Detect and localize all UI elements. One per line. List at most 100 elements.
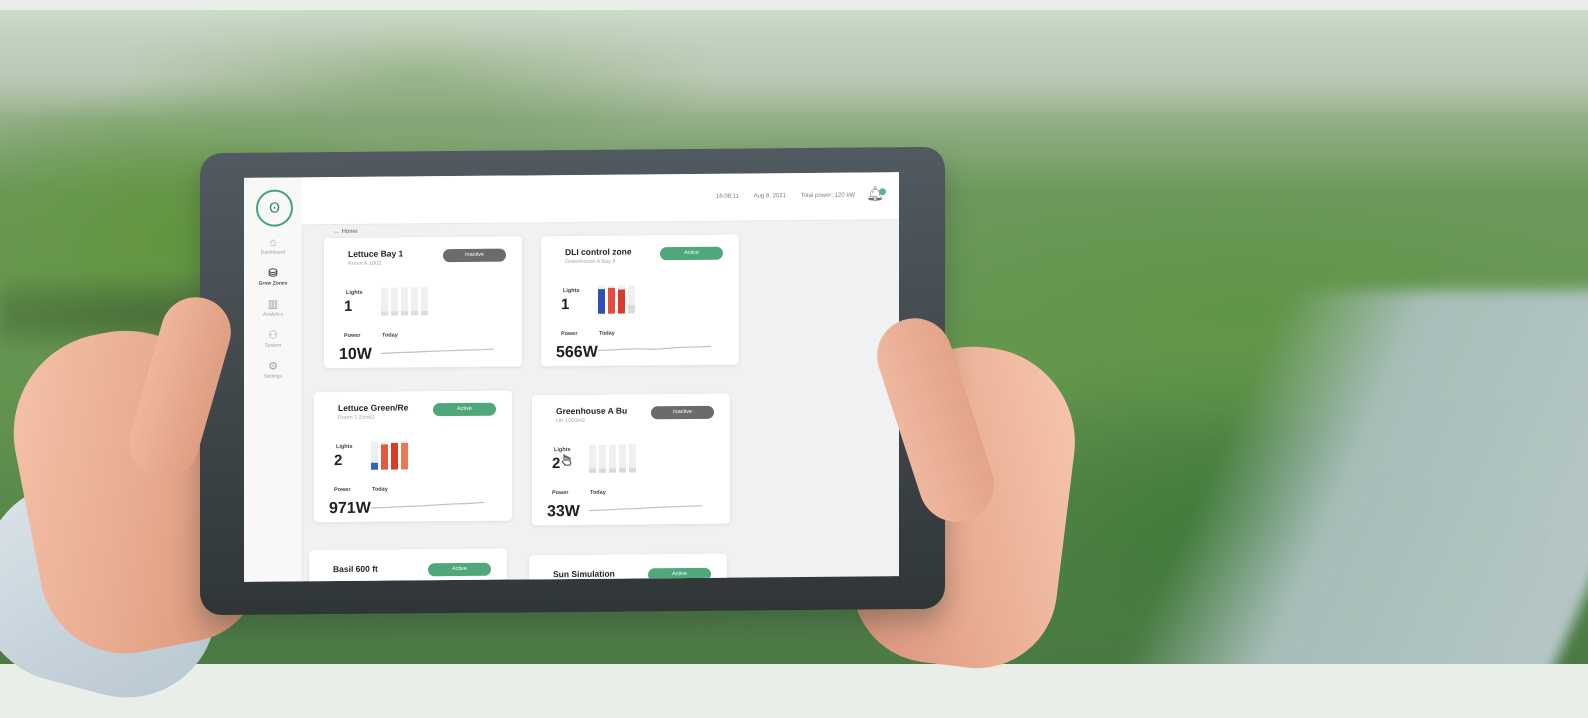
power-trend-line [370,501,485,509]
light-bar [401,442,408,470]
status-badge[interactable]: Active [660,246,723,261]
gear-icon: ⚙ [268,360,278,373]
tablet-device: Ꙩ ⌂ Dashboard ⛁ Grow Zones ▥ Analytics ⚇ Sys… [200,146,945,616]
sidebar-item-label: System [264,342,282,349]
zone-card[interactable]: Lettuce Bay 1 Room A 1002 Inactive Light… [324,236,522,369]
power-value: 10W [339,345,372,364]
sky-haze [0,10,1588,120]
hand-cursor-icon [561,454,572,466]
status-badge[interactable]: Active [648,567,711,582]
lights-count: 2 [334,452,343,470]
light-bar [619,468,626,473]
light-level-bars [381,285,431,317]
status-badge[interactable]: Active [433,402,496,417]
today-label: Today [599,330,615,337]
sidebar-item-label: Grow Zones [258,280,288,287]
light-bar [629,468,636,473]
power-label: Power [552,490,569,497]
today-label: Today [590,489,606,496]
tablet-screen: Ꙩ ⌂ Dashboard ⛁ Grow Zones ▥ Analytics ⚇ Sys… [244,172,899,582]
light-level-bars [589,442,639,474]
status-badge[interactable]: Active [428,562,491,577]
current-date: Aug 8, 2021 [753,193,786,200]
light-bar [628,305,635,314]
light-bar [618,289,625,314]
user-icon: ⚇ [268,329,278,342]
zone-card[interactable]: Basil 600 ft Active [309,548,507,582]
light-bar [401,311,408,316]
power-value: 33W [547,502,580,521]
power-trend-line [597,345,712,352]
zone-subtitle: Room A 1002 [348,260,382,267]
sidebar-item-grow-zones[interactable]: ⛁ Grow Zones [244,266,302,298]
sidebar-nav: ⌂ Dashboard ⛁ Grow Zones ▥ Analytics ⚇ Syste… [244,235,302,391]
light-level-bars [371,439,421,471]
light-bar [381,444,388,470]
power-trend [370,496,485,513]
light-bar [598,289,605,314]
zone-title: Sun Simulation [553,568,615,580]
light-bar [599,468,606,473]
power-trend [380,342,495,359]
power-value: 971W [329,499,371,518]
light-bar [609,468,616,473]
status-badge[interactable]: Inactive [651,405,714,420]
zone-title: Basil 600 ft [333,563,378,575]
lights-label: Lights [336,443,353,451]
notification-dot [879,188,886,196]
light-level-bars [598,283,648,315]
light-bar [589,468,596,473]
zone-title: Lettuce Bay 1 [348,248,404,259]
status-badge[interactable]: Inactive [443,248,506,263]
zone-subtitle: UK 1000m2 [556,417,586,425]
app-logo[interactable]: Ꙩ [256,189,293,227]
sidebar-item-system[interactable]: ⚇ System [244,328,302,360]
power-label: Power [344,332,361,339]
topbar: 16:08:11 Aug 8, 2021 Total power: 120 kW… [302,172,899,226]
zone-subtitle: Greenhouse A Bay 4 [565,258,616,266]
lights-count: 1 [561,296,570,314]
topbar-status: 16:08:11 Aug 8, 2021 Total power: 120 kW [703,193,855,200]
power-trend [588,499,703,516]
lights-label: Lights [346,289,363,296]
lights-label: Lights [563,287,580,295]
light-bar [411,311,418,316]
sidebar-item-label: Settings [263,373,283,380]
power-trend-line [588,505,703,512]
zone-title: DLI control zone [565,246,632,258]
light-bar [421,311,428,316]
power-value: 566W [556,343,598,362]
sidebar-item-settings[interactable]: ⚙ Settings [244,359,302,391]
sidebar-item-label: Dashboard [260,249,286,256]
zone-card[interactable]: Sun Simulation Active [529,553,727,582]
light-bar [371,462,378,470]
zone-title: Lettuce Green/Re [338,402,409,414]
lights-count: 1 [344,297,353,315]
zone-card[interactable]: DLI control zone Greenhouse A Bay 4 Acti… [541,234,739,367]
current-time: 16:08:11 [716,193,739,200]
power-label: Power [334,486,351,494]
sidebar-item-analytics[interactable]: ▥ Analytics [244,297,302,329]
sidebar-item-label: Analytics [262,311,283,318]
home-icon: ⌂ [269,236,277,249]
back-link[interactable]: ← Home [334,229,358,235]
today-label: Today [382,332,398,339]
sidebar: Ꙩ ⌂ Dashboard ⛁ Grow Zones ▥ Analytics ⚇ Sys… [244,177,303,582]
total-power: Total power: 120 kW [800,192,855,200]
light-bar [391,311,398,316]
power-label: Power [561,330,578,338]
light-bar [391,442,398,470]
plant-icon: ⛁ [268,267,278,280]
sidebar-item-dashboard[interactable]: ⌂ Dashboard [244,235,302,267]
zone-card[interactable]: Greenhouse A Bu UK 1000m2 Inactive Light… [532,393,730,526]
power-trend [597,340,712,357]
zone-card[interactable]: Lettuce Green/Re Room 1 Zone2 Active Lig… [314,390,512,523]
light-bar [608,287,615,314]
power-trend-line [380,348,495,355]
zone-title: Greenhouse A Bu [556,405,628,417]
today-label: Today [372,486,388,493]
chart-icon: ▥ [267,298,279,311]
walkway [1104,290,1588,664]
light-bar [381,311,388,316]
zone-subtitle: Room 1 Zone2 [338,414,375,422]
